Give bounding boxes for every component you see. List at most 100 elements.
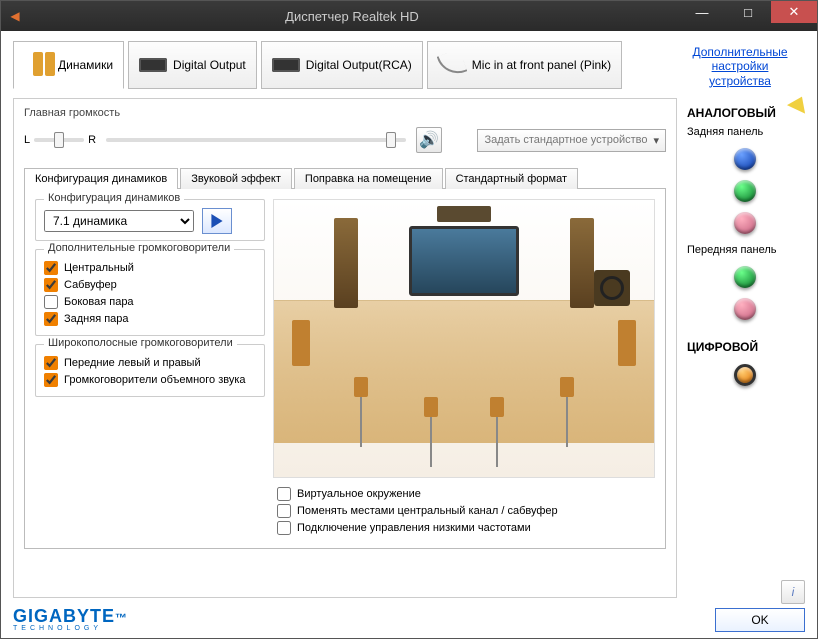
volume-slider[interactable] [106,138,406,142]
amplifier-icon [272,51,300,79]
digital-header: ЦИФРОВОЙ [687,340,803,354]
room-column: Виртуальное окружение Поменять местами ц… [273,199,655,538]
tab-digital-output[interactable]: Digital Output [128,41,257,89]
balance-right-label: R [88,134,96,146]
checkbox-virtual-surround-input[interactable] [277,487,291,501]
left-panel: Главная громкость L R 🔊 Задать стандартн… [13,98,677,598]
optional-speakers-legend: Дополнительные громкоговорители [44,242,234,254]
checkbox-subwoofer-input[interactable] [44,278,58,292]
minimize-button[interactable]: — [679,1,725,23]
checkbox-side-pair-input[interactable] [44,295,58,309]
balance-control: L R [24,134,96,146]
subtab-sound-effect[interactable]: Звуковой эффект [180,168,292,189]
speaker-config-select[interactable]: 7.1 динамика [44,210,194,232]
jack-rear-pink[interactable] [734,212,756,234]
checkbox-swap-center-sub[interactable]: Поменять местами центральный канал / саб… [277,504,651,518]
speaker-room-preview[interactable] [273,199,655,478]
preview-surround-left[interactable] [424,397,438,467]
preview-subwoofer[interactable] [594,270,630,306]
preview-tv [409,226,519,296]
preview-surround-right[interactable] [490,397,504,467]
app-window: ◀ Диспетчер Realtek HD — □ ✕ Динамики Di… [0,0,818,639]
balance-slider[interactable] [34,138,84,142]
checkbox-bass-management-input[interactable] [277,521,291,535]
volume-row: L R 🔊 Задать стандартное устройство ▾ [24,123,666,163]
microphone-icon [438,51,466,79]
advanced-settings-link[interactable]: Дополнительные настройки устройства [675,41,805,92]
info-icon: i [792,585,795,599]
preview-side-left[interactable] [292,320,310,366]
app-sound-icon: ◀ [5,9,25,23]
advanced-settings-link-text[interactable]: Дополнительные настройки устройства [681,45,799,88]
tab-mic-in[interactable]: Mic in at front panel (Pink) [427,41,622,89]
jack-rear-green[interactable] [734,180,756,202]
checkbox-swap-center-sub-input[interactable] [277,504,291,518]
preview-center-speaker[interactable] [437,206,491,222]
checkbox-side-pair[interactable]: Боковая пара [44,295,256,309]
jack-front-pink[interactable] [734,298,756,320]
checkbox-surround[interactable]: Громкоговорители объемного звука [44,373,256,387]
subtab-default-format[interactable]: Стандартный формат [445,168,578,189]
checkbox-virtual-surround[interactable]: Виртуальное окружение [277,487,651,501]
device-tabs: Динамики Digital Output Digital Output(R… [13,41,805,92]
analog-header: АНАЛОГОВЫЙ [687,106,803,120]
speakers-icon [24,51,52,79]
volume-thumb[interactable] [386,132,396,148]
play-icon [210,214,224,228]
preview-side-right[interactable] [618,320,636,366]
tab-digital-output-rca[interactable]: Digital Output(RCA) [261,41,423,89]
balance-thumb[interactable] [54,132,64,148]
checkbox-rear-pair-input[interactable] [44,312,58,326]
main-row: Главная громкость L R 🔊 Задать стандартн… [13,98,805,598]
jack-digital-orange[interactable] [734,364,756,386]
tab-speakers-label: Динамики [58,58,113,72]
analog-ribbon-icon [787,93,811,114]
test-play-button[interactable] [202,208,232,234]
jack-rear-blue[interactable] [734,148,756,170]
brand-subtitle: TECHNOLOGY [13,625,805,632]
footer: GIGABYTE™ TECHNOLOGY i OK [13,606,805,632]
preview-rear-right[interactable] [560,377,574,447]
subtab-speaker-config[interactable]: Конфигурация динамиков [24,168,178,189]
ok-button[interactable]: OK [715,608,805,632]
checkbox-front-lr-input[interactable] [44,356,58,370]
checkbox-center[interactable]: Центральный [44,261,256,275]
front-panel-label: Передняя панель [687,244,803,256]
maximize-button[interactable]: □ [725,1,771,23]
tab-digital-rca-label: Digital Output(RCA) [306,58,412,72]
checkbox-center-input[interactable] [44,261,58,275]
chevron-down-icon: ▾ [653,134,659,147]
window-title: Диспетчер Realtek HD [25,9,679,24]
sub-tabs: Конфигурация динамиков Звуковой эффект П… [24,167,666,189]
tab-speakers[interactable]: Динамики [13,41,124,89]
subtab-room-correction[interactable]: Поправка на помещение [294,168,443,189]
content-area: Динамики Digital Output Digital Output(R… [1,31,817,638]
tab-mic-label: Mic in at front panel (Pink) [472,58,611,72]
checkbox-bass-management[interactable]: Подключение управления низкими частотами [277,521,651,535]
rear-panel-label: Задняя панель [687,126,803,138]
subtab-body: Конфигурация динамиков 7.1 динамика [24,189,666,549]
close-button[interactable]: ✕ [771,1,817,23]
main-volume-legend: Главная громкость [24,107,666,119]
preview-front-right[interactable] [570,218,594,308]
set-default-label: Задать стандартное устройство [484,134,647,146]
connector-panel: АНАЛОГОВЫЙ Задняя панель Передняя панель… [685,98,805,598]
main-volume-group: Главная громкость L R 🔊 Задать стандартн… [24,107,666,163]
info-button[interactable]: i [781,580,805,604]
preview-front-left[interactable] [334,218,358,308]
optional-speakers-group: Дополнительные громкоговорители Централь… [35,249,265,336]
jack-front-green[interactable] [734,266,756,288]
config-column: Конфигурация динамиков 7.1 динамика [35,199,265,538]
mute-button[interactable]: 🔊 [416,127,442,153]
brand-logo: GIGABYTE [13,606,115,626]
checkbox-subwoofer[interactable]: Сабвуфер [44,278,256,292]
checkbox-rear-pair[interactable]: Задняя пара [44,312,256,326]
set-default-device-button[interactable]: Задать стандартное устройство ▾ [477,129,666,152]
preview-rear-left[interactable] [354,377,368,447]
checkbox-front-lr[interactable]: Передние левый и правый [44,356,256,370]
balance-left-label: L [24,134,30,146]
speaker-config-legend: Конфигурация динамиков [44,192,184,204]
checkbox-surround-input[interactable] [44,373,58,387]
room-checkboxes: Виртуальное окружение Поменять местами ц… [273,478,655,538]
tab-digital-label: Digital Output [173,58,246,72]
